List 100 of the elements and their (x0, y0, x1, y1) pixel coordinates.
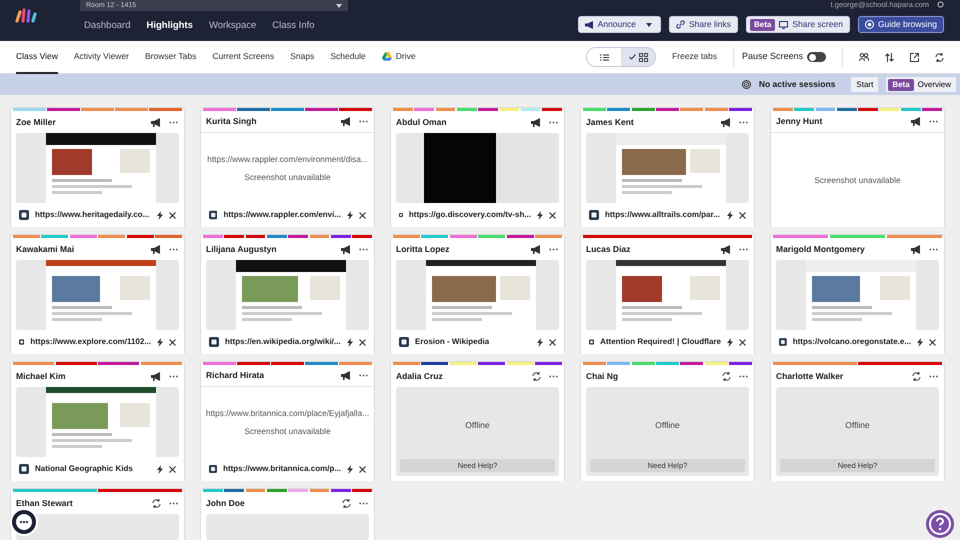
flash-button[interactable] (347, 464, 353, 474)
more-button[interactable] (739, 248, 748, 250)
start-button[interactable]: Start (851, 77, 878, 92)
tab-url[interactable]: https://www.britannica.com/p... (223, 463, 341, 475)
flash-button[interactable] (157, 210, 163, 220)
more-button[interactable] (359, 120, 368, 123)
tab-url[interactable]: https://volcano.oregonstate.e... (792, 336, 911, 348)
announce-button[interactable] (531, 118, 541, 126)
close-button[interactable] (359, 466, 366, 472)
close-button[interactable] (169, 466, 176, 472)
page-url: https://www.britannica.com/place/Eyjafjalla... (206, 406, 370, 419)
grid-icon (638, 52, 648, 62)
announce-button[interactable] (151, 118, 161, 126)
more-button[interactable] (929, 374, 938, 378)
refresh-button[interactable] (342, 498, 351, 508)
view-toggle[interactable] (586, 47, 656, 67)
close-button[interactable] (739, 338, 746, 346)
tab-url[interactable]: Erosion - Wikipedia (415, 336, 531, 348)
close-button[interactable] (549, 338, 556, 346)
tab-url[interactable]: https://www.explore.com/1102... (30, 336, 151, 348)
nav-tab[interactable]: Dashboard (84, 19, 130, 34)
tab-url[interactable]: Attention Required! | Cloudflare (600, 336, 721, 348)
nav-tab[interactable]: Class Info (272, 19, 315, 34)
flash-button[interactable] (347, 210, 353, 220)
more-button[interactable] (359, 502, 368, 504)
announce-button[interactable] (151, 372, 161, 380)
flash-button[interactable] (347, 338, 353, 346)
flash-button[interactable] (537, 338, 543, 346)
close-button[interactable] (549, 212, 556, 218)
announce-button[interactable] (721, 244, 731, 254)
announce-button[interactable] (911, 244, 921, 254)
overview-button[interactable]: Beta Overview (886, 77, 956, 92)
freeze-tabs-button[interactable]: Freeze tabs (672, 40, 717, 74)
view-tab[interactable]: Schedule (330, 40, 366, 74)
header-button[interactable]: Guide browsing (858, 16, 944, 33)
view-tab[interactable]: Drive (382, 40, 416, 74)
close-button[interactable] (169, 338, 176, 346)
view-tab[interactable]: Browser Tabs (145, 40, 196, 74)
sort-icon[interactable] (885, 52, 894, 62)
header-button[interactable]: Beta Share screen (746, 16, 850, 33)
announce-button[interactable] (911, 117, 921, 126)
announce-button[interactable] (341, 244, 351, 254)
announce-button[interactable] (531, 244, 541, 254)
more-button[interactable] (169, 248, 178, 250)
more-button[interactable] (169, 374, 178, 378)
flash-button[interactable] (157, 464, 163, 474)
more-button[interactable] (549, 248, 558, 250)
more-button[interactable] (549, 374, 558, 378)
pause-screens-toggle[interactable] (807, 52, 826, 62)
refresh-button[interactable] (912, 372, 921, 380)
nav-tab[interactable]: Workspace (208, 19, 256, 34)
header-button[interactable]: Share links (668, 16, 738, 33)
nav-tab[interactable]: Highlights (146, 19, 193, 34)
announce-button[interactable] (151, 244, 161, 254)
tab-url[interactable]: https://en.wikipedia.org/wiki/... (225, 336, 341, 348)
announce-button[interactable] (341, 117, 351, 126)
more-button[interactable] (169, 120, 178, 124)
more-button[interactable] (549, 120, 558, 124)
close-button[interactable] (739, 212, 746, 218)
offline-status: Offline (465, 418, 490, 432)
flash-button[interactable] (157, 338, 163, 346)
tab-url[interactable]: National Geographic Kids (35, 463, 151, 475)
view-tab[interactable]: Snaps (290, 40, 314, 74)
tab-url[interactable]: https://www.alltrails.com/par... (605, 209, 721, 221)
refresh-button[interactable] (722, 372, 731, 380)
close-button[interactable] (359, 338, 366, 346)
people-icon[interactable] (859, 53, 869, 61)
export-icon[interactable] (910, 52, 919, 62)
more-button[interactable] (739, 374, 748, 378)
announce-dropdown[interactable]: Announce (578, 16, 661, 33)
tab-url[interactable]: https://www.heritagedaily.co... (35, 209, 151, 221)
tab-url[interactable]: https://go.discovery.com/tv-sh... (408, 209, 531, 221)
announce-button[interactable] (341, 371, 351, 380)
flash-button[interactable] (727, 210, 733, 220)
tab-url[interactable]: https://www.rappler.com/envi... (223, 209, 341, 221)
check-icon (628, 54, 636, 60)
help-icon[interactable] (925, 509, 955, 539)
view-tab[interactable]: Activity Viewer (74, 40, 129, 74)
refresh-button[interactable] (532, 372, 541, 380)
more-button[interactable] (359, 374, 368, 377)
more-button[interactable] (739, 120, 748, 124)
more-icon (739, 120, 748, 124)
caret-icon (646, 22, 652, 26)
refresh-button[interactable] (152, 498, 161, 508)
close-button[interactable] (359, 212, 366, 218)
close-button[interactable] (929, 338, 936, 346)
refresh-icon[interactable] (935, 52, 944, 62)
student-name: Charlotte Walker (776, 370, 844, 382)
more-button[interactable] (929, 248, 938, 250)
student-name: Zoe Miller (16, 116, 57, 128)
more-button[interactable] (359, 248, 368, 250)
flash-button[interactable] (537, 210, 543, 220)
more-button[interactable] (169, 502, 178, 504)
flash-button[interactable] (917, 338, 923, 346)
flash-button[interactable] (727, 338, 733, 346)
more-button[interactable] (929, 120, 938, 123)
close-icon (739, 212, 746, 218)
close-button[interactable] (169, 212, 176, 218)
announce-button[interactable] (721, 118, 731, 126)
view-tab[interactable]: Current Screens (212, 40, 274, 74)
